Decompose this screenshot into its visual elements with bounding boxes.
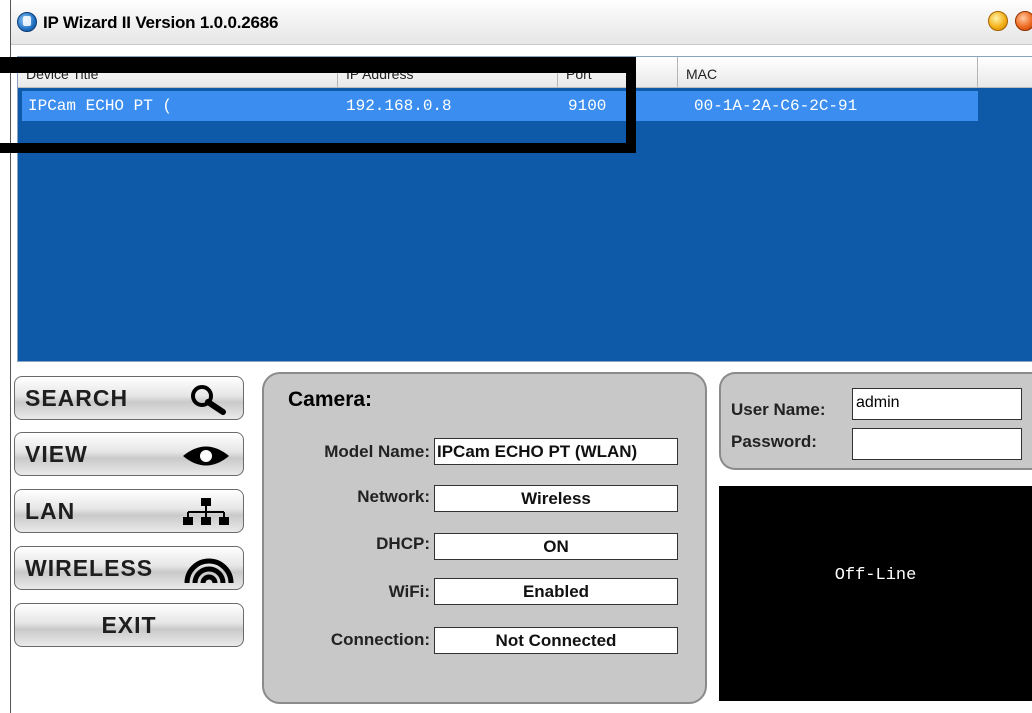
camera-heading: Camera: [288,388,373,411]
search-button-label: SEARCH [25,385,129,411]
model-name-field: IPCam ECHO PT (WLAN) [434,438,678,465]
view-button[interactable]: VIEW [14,432,244,476]
highlight-box [0,57,636,153]
wireless-button[interactable]: WIRELESS [14,546,244,590]
lan-button[interactable]: LAN [14,489,244,533]
wireless-button-label: WIRELESS [25,555,154,581]
device-mac-cell: 00-1A-2A-C6-2C-91 [694,97,858,115]
search-button[interactable]: SEARCH [14,376,244,420]
login-panel: User Name: admin Password: [719,372,1032,470]
column-filler [978,57,1032,87]
app-globe-icon [17,12,37,32]
exit-button-label: EXIT [101,612,157,638]
dhcp-label: DHCP: [376,534,430,553]
magnifier-icon [191,385,226,415]
exit-button[interactable]: EXIT [14,603,244,647]
network-icon [183,498,229,525]
column-mac[interactable]: MAC [678,57,978,87]
eye-icon [183,446,229,466]
title-bar: IP Wizard II Version 1.0.0.2686 [11,0,1032,45]
dhcp-field: ON [434,533,678,560]
lan-button-label: LAN [25,498,76,524]
wifi-label: WiFi: [388,582,430,601]
minimize-button[interactable] [988,11,1008,31]
video-preview: Off-Line [719,486,1032,701]
close-button[interactable] [1015,11,1032,31]
model-name-label: Model Name: [324,442,430,461]
network-field: Wireless [434,485,678,512]
username-field[interactable]: admin [852,388,1022,420]
username-label: User Name: [731,400,826,419]
connection-field: Not Connected [434,627,678,654]
network-label: Network: [357,487,430,506]
camera-panel: Camera: Model Name: IPCam ECHO PT (WLAN)… [262,372,707,704]
connection-label: Connection: [330,630,430,649]
password-label: Password: [731,432,817,451]
window-title: IP Wizard II Version 1.0.0.2686 [43,13,279,32]
view-button-label: VIEW [25,441,88,467]
wifi-field: Enabled [434,578,678,605]
wireless-signal-icon [184,558,234,584]
preview-status: Off-Line [834,566,917,585]
password-field[interactable] [852,428,1022,460]
